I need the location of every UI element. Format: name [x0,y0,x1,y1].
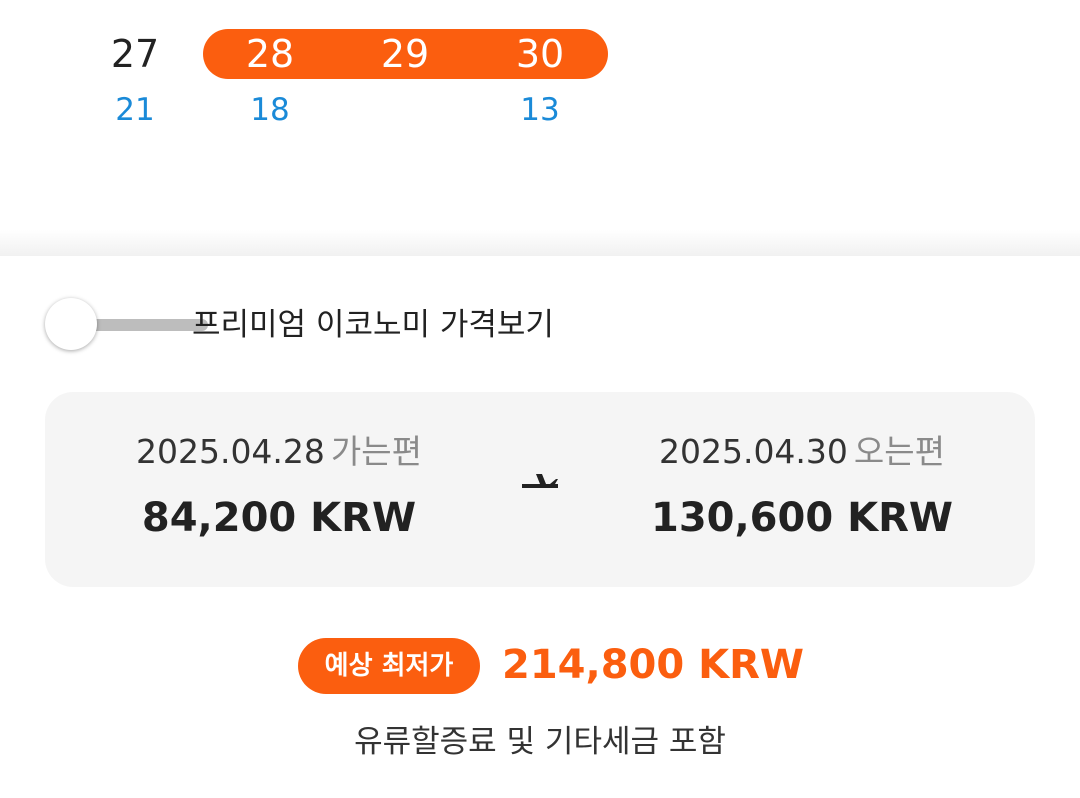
return-date: 2025.04.30 [658,432,848,471]
calendar-day-30[interactable]: 30 13 [480,0,600,140]
calendar-day-29[interactable]: 29 [345,0,465,140]
return-type: 오는편 [853,432,946,471]
premium-economy-toggle[interactable] [45,298,208,352]
airplane-icon [522,474,558,488]
toggle-knob [45,298,97,350]
tax-included-note: 유류할증료 및 기타세금 포함 [354,724,726,760]
departure-date: 2025.04.28 [135,432,325,471]
calendar-day-number: 28 [245,32,295,76]
lowest-fare-price: 214,800 KRW [502,642,805,688]
calendar-day-price: 21 [115,92,155,128]
section-divider [0,230,1080,256]
return-leg: 2025.04.30 오는편 130,600 KRW [592,392,1012,587]
calendar-day-number: 30 [515,32,565,76]
lowest-fare-badge: 예상 최저가 [298,638,480,694]
fare-summary-card: 2025.04.28 가는편 84,200 KRW 2025.04.30 오는편 1… [45,392,1035,587]
calendar-day-28[interactable]: 28 18 [210,0,330,140]
departure-leg: 2025.04.28 가는편 84,200 KRW [69,392,489,587]
premium-economy-label[interactable]: 프리미엄 이코노미 가격보기 [192,303,554,347]
return-header: 2025.04.30 오는편 [592,430,1012,474]
departure-price: 84,200 KRW [141,495,417,541]
calendar-day-price: 18 [250,92,290,128]
calendar-day-27[interactable]: 27 21 [75,0,195,140]
calendar-day-number: 29 [380,32,430,76]
calendar-day-number: 27 [110,32,160,76]
return-price: 130,600 KRW [650,495,954,541]
departure-header: 2025.04.28 가는편 [69,430,489,474]
calendar-strip: 27 21 28 18 29 30 13 [0,0,1080,230]
calendar-day-price: 13 [520,92,560,128]
departure-type: 가는편 [330,432,423,471]
